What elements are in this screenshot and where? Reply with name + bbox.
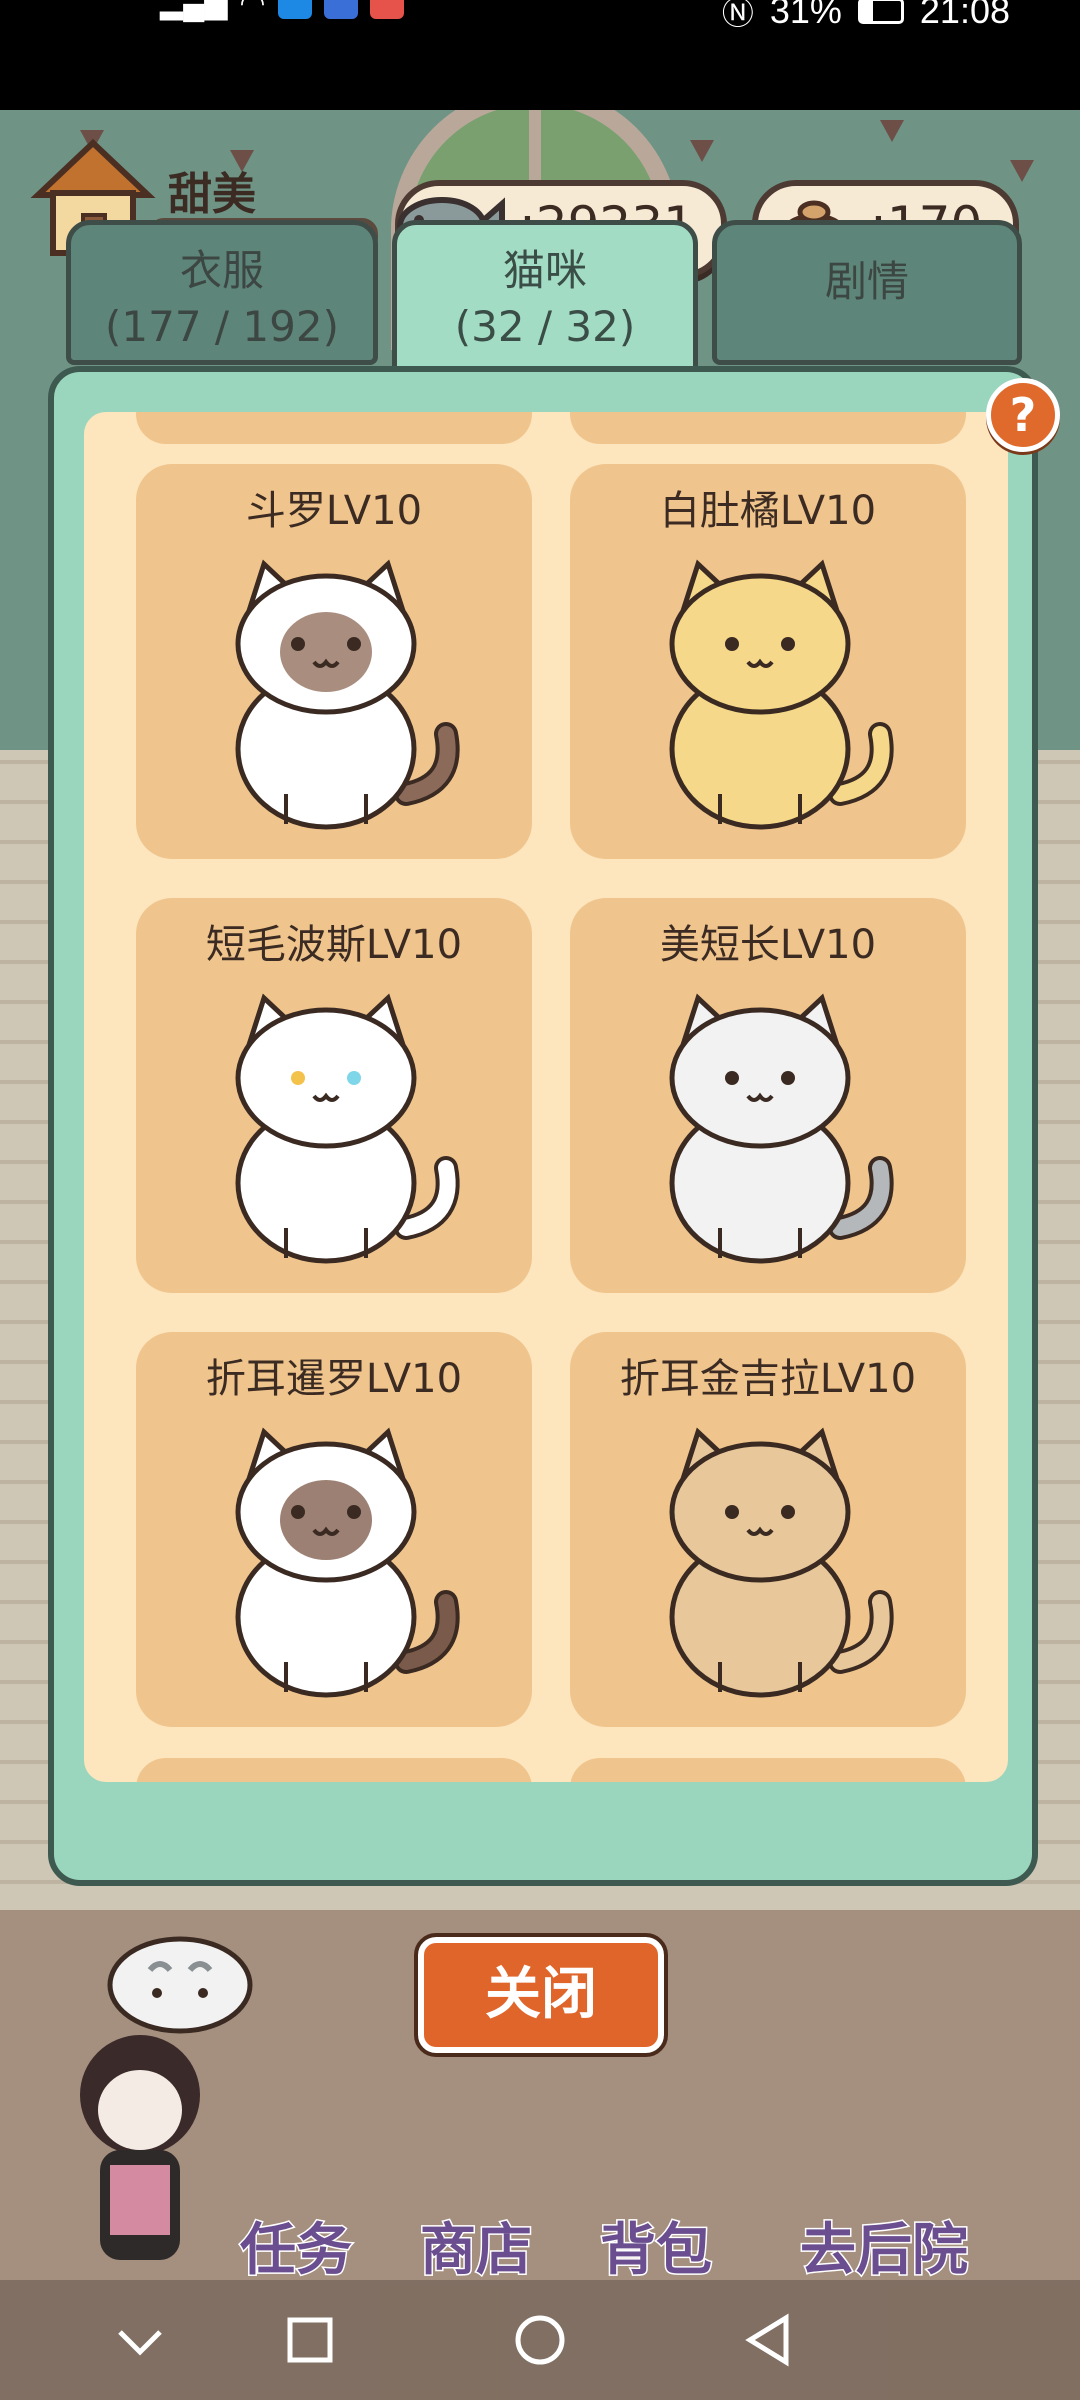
wifi-icon: ◠ (239, 0, 266, 20)
battery-percent: 31% (769, 0, 842, 31)
bunting-triangle (690, 140, 714, 162)
cat-illustration (235, 1427, 460, 1698)
girl-character (80, 2035, 200, 2260)
tab-cats[interactable]: 猫咪 (32 / 32) (392, 220, 698, 390)
battery-icon (857, 0, 904, 24)
cat-card-title: 短毛波斯LV10 (205, 922, 463, 968)
menu-backyard[interactable]: 去后院 (799, 2205, 970, 2286)
menu-backpack[interactable]: 背包 (599, 2205, 714, 2286)
app-icon-red (369, 0, 404, 19)
cat-card-title: 斗罗LV10 (245, 488, 423, 534)
nfc-icon: Ⓝ (721, 0, 754, 31)
card-partial-bottom (136, 1758, 532, 1782)
tab-story-label: 剧情 (824, 257, 909, 306)
bunting-triangle (1010, 160, 1034, 182)
cat-illustration (669, 993, 894, 1264)
menu-shop[interactable]: 商店 (419, 2205, 534, 2286)
cat-card[interactable]: 美短长LV10 (570, 898, 966, 1293)
card-partial-bottom (570, 1758, 966, 1782)
tab-story[interactable]: 剧情 (712, 220, 1022, 365)
close-button[interactable]: 关闭 (414, 1933, 668, 2057)
card-partial-top (136, 412, 532, 444)
cat-illustration (235, 559, 460, 830)
cat-illustration (235, 993, 460, 1264)
cat-card[interactable]: 短毛波斯LV10 (136, 898, 532, 1293)
card-partial-top (570, 412, 966, 444)
tab-clothes-count: (177 / 192) (105, 302, 339, 351)
clock-time: 21:08 (919, 0, 1010, 31)
status-bar: ▂▄▆ ◠ Ⓝ 31% 21:08 (0, 0, 1080, 110)
tab-clothes[interactable]: 衣服 (177 / 192) (66, 220, 378, 365)
bunting-triangle (880, 120, 904, 142)
cat-card-grid[interactable]: 斗罗LV10 白肚橘LV10 短毛波斯LV10 美短长LV10 折耳暹罗LV10 折耳金吉… (84, 412, 1008, 1782)
cat-illustration (669, 1427, 894, 1698)
chevron-down-icon[interactable] (100, 2300, 180, 2380)
music-icon (323, 0, 358, 19)
cat-card[interactable]: 折耳金吉拉LV10 (570, 1332, 966, 1727)
cat-on-shelf-decoration (107, 1936, 253, 2034)
help-button[interactable]: ? (986, 378, 1060, 452)
player-name: 甜美 (168, 169, 256, 220)
system-nav-bar (0, 2280, 1080, 2400)
tab-cats-count: (32 / 32) (454, 302, 636, 351)
tab-clothes-label: 衣服 (179, 246, 264, 295)
tab-cats-label: 猫咪 (502, 246, 587, 295)
app-icon-blue (277, 0, 312, 19)
back-triangle-icon[interactable] (730, 2300, 810, 2380)
cat-card[interactable]: 折耳暹罗LV10 (136, 1332, 532, 1727)
recents-square-icon[interactable] (270, 2300, 350, 2380)
cat-collection-panel: 斗罗LV10 白肚橘LV10 短毛波斯LV10 美短长LV10 折耳暹罗LV10 折耳金吉… (48, 366, 1038, 1886)
cat-card-title: 白肚橘LV10 (659, 488, 877, 534)
cat-illustration (669, 559, 894, 830)
cat-card[interactable]: 斗罗LV10 (136, 464, 532, 859)
cat-card-title: 折耳暹罗LV10 (205, 1356, 463, 1402)
menu-tasks[interactable]: 任务 (239, 2205, 354, 2286)
cat-card-title: 折耳金吉拉LV10 (619, 1356, 917, 1402)
home-circle-icon[interactable] (500, 2300, 580, 2380)
cat-card[interactable]: 白肚橘LV10 (570, 464, 966, 859)
signal-icon: ▂▄▆ (160, 0, 228, 20)
cat-card-title: 美短长LV10 (659, 922, 877, 968)
